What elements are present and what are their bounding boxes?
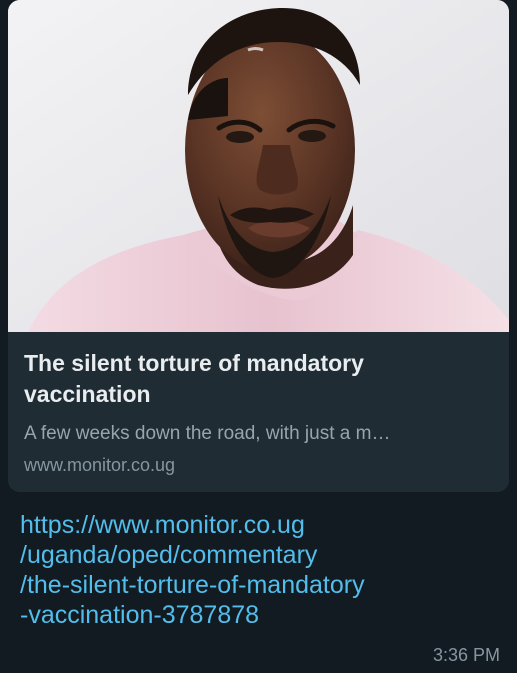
preview-thumbnail-image[interactable]: [8, 0, 509, 332]
url-line[interactable]: /the-silent-torture-of-mandatory: [20, 570, 490, 600]
portrait-photo: [8, 0, 509, 332]
message-url-link[interactable]: https://www.monitor.co.ug /uganda/oped/c…: [20, 510, 490, 630]
message-bubble: The silent torture of mandatory vaccinat…: [0, 0, 517, 673]
url-line[interactable]: /uganda/oped/commentary: [20, 540, 490, 570]
url-line[interactable]: https://www.monitor.co.ug: [20, 510, 490, 540]
preview-description: A few weeks down the road, with just a m…: [24, 423, 391, 444]
preview-title: The silent torture of mandatory vaccinat…: [24, 350, 364, 407]
message-timestamp: 3:36 PM: [432, 645, 500, 665]
link-preview-card[interactable]: The silent torture of mandatory vaccinat…: [8, 0, 509, 492]
url-line[interactable]: -vaccination-3787878: [20, 600, 490, 630]
preview-text-block: The silent torture of mandatory vaccinat…: [8, 332, 509, 492]
preview-domain: www.monitor.co.ug: [24, 455, 176, 475]
